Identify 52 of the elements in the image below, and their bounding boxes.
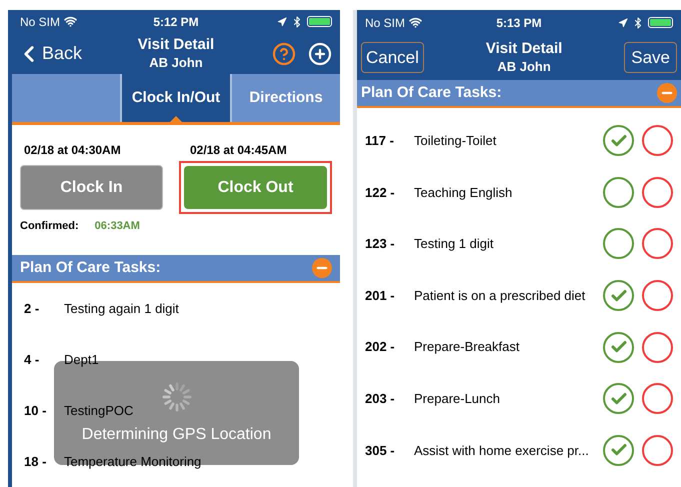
task-number: 123 - <box>365 235 396 254</box>
task-name: Teaching English <box>414 184 514 202</box>
task-number: 2 - <box>24 300 40 318</box>
task-name: Testing 1 digit <box>414 235 494 254</box>
location-arrow-icon <box>276 16 287 27</box>
collapse-icon[interactable] <box>657 83 677 103</box>
back-button[interactable]: Back <box>16 40 106 68</box>
cancel-button[interactable]: Cancel <box>361 42 424 73</box>
confirmed-time: 06:33AM <box>94 219 140 234</box>
tab[interactable]: Clock In/Out <box>122 74 230 122</box>
task-number: 117 - <box>365 132 395 150</box>
nav-title: Visit Detail <box>486 40 562 59</box>
task-number: 122 - <box>365 184 396 202</box>
battery-icon <box>648 17 673 28</box>
status-time: 5:12 PM <box>153 14 199 31</box>
nav-subtitle: AB John <box>497 58 551 75</box>
task-number: 18 - <box>24 452 48 471</box>
task-name: Toileting-Toilet <box>414 132 498 150</box>
task-number: 202 - <box>365 338 396 356</box>
task-number: 10 - <box>24 402 48 420</box>
location-arrow-icon <box>618 18 628 28</box>
save-button[interactable]: Save <box>624 42 677 73</box>
task-name: Patient is on a prescribed diet <box>414 286 586 305</box>
section-title: Plan Of Care Tasks: <box>20 258 161 278</box>
nav-subtitle: AB John <box>149 55 203 72</box>
task-name: TestingPOC <box>64 402 134 420</box>
wifi-icon <box>409 16 422 29</box>
task-number: 203 - <box>365 390 396 408</box>
section-title: Plan Of Care Tasks: <box>361 82 502 103</box>
status-time: 5:13 PM <box>496 14 542 32</box>
task-name: Dept1 <box>64 350 99 369</box>
task-number: 201 - <box>365 286 396 305</box>
help-icon[interactable] <box>272 42 296 66</box>
add-icon[interactable] <box>308 42 332 66</box>
loading-message: Determining GPS Location <box>82 424 272 445</box>
carrier-label: No SIM <box>365 14 406 32</box>
task-name: Prepare-Breakfast <box>414 338 520 356</box>
task-name: Assist with home exercise pr... <box>414 442 590 460</box>
clock-in-button[interactable]: Clock In <box>20 165 163 210</box>
task-number: 4 - <box>24 350 40 369</box>
confirmed-label: Confirmed: <box>20 219 79 234</box>
task-name: Temperature Monitoring <box>64 452 202 471</box>
task-number: 305 - <box>365 442 396 460</box>
clock-out-time: 02/18 at 04:45AM <box>189 142 288 160</box>
task-name: Testing again 1 digit <box>64 300 179 318</box>
battery-icon <box>306 16 332 28</box>
task-name: Prepare-Lunch <box>414 390 501 408</box>
wifi-icon <box>64 15 78 28</box>
clock-in-time: 02/18 at 04:30AM <box>23 142 122 160</box>
nav-title: Visit Detail <box>138 36 214 56</box>
collapse-icon[interactable] <box>312 258 332 278</box>
carrier-label: No SIM <box>20 14 60 31</box>
